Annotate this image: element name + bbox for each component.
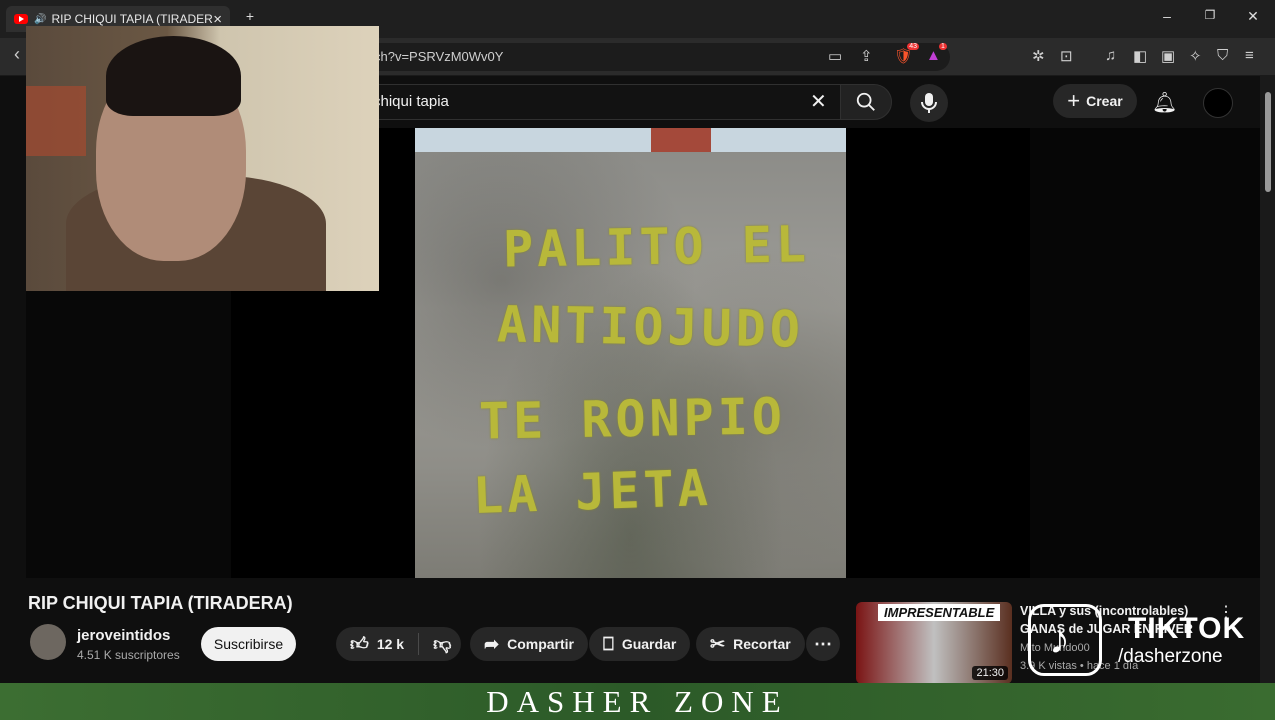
clear-search-icon[interactable]: ✕	[810, 89, 827, 114]
player-right-letterbox	[1030, 128, 1260, 578]
create-label: Crear	[1086, 93, 1123, 109]
user-avatar[interactable]	[1203, 88, 1233, 118]
new-tab-button[interactable]: +	[240, 8, 260, 24]
sky-strip	[415, 128, 846, 152]
brave-shield-icon[interactable]: 🛡 43	[894, 43, 920, 65]
like-count: 12 k	[376, 636, 405, 652]
recommended-thumbnail[interactable]: IMPRESENTABLE 21:30	[856, 602, 1012, 684]
scissors-icon: ✂	[710, 633, 726, 654]
like-button[interactable]: 👍︎ 12 k	[350, 633, 404, 655]
maximize-button[interactable]: ❐	[1200, 8, 1220, 22]
notifications-bell-icon[interactable]: 🔔︎	[1152, 90, 1177, 115]
like-dislike-group: 👍︎ 12 k 👎︎	[336, 627, 462, 661]
plus-icon: +	[1067, 88, 1081, 113]
sidebar-icon[interactable]: ◧	[1133, 47, 1147, 65]
channel-name[interactable]: jeroveintidos	[77, 627, 170, 644]
search-icon	[856, 92, 875, 111]
scrollbar-thumb[interactable]	[1265, 92, 1271, 192]
webcam-person-hair	[106, 36, 241, 116]
tiktok-logo-icon: ♪	[1028, 604, 1102, 676]
tab-close-icon[interactable]: ×	[213, 11, 222, 28]
channel-avatar[interactable]	[30, 624, 66, 660]
save-button[interactable]: ⎕ Guardar	[589, 627, 691, 661]
graffiti-line-4: LA JETA	[472, 458, 713, 526]
search-query: chiqui tapia	[373, 93, 449, 110]
video-duration: 21:30	[972, 666, 1008, 680]
dislike-button[interactable]: 👎︎	[433, 633, 451, 655]
tiktok-watermark: ♪ TIKTOK /dasherzone	[1028, 598, 1244, 680]
brave-count-badge: 43	[907, 43, 920, 50]
share-button[interactable]: ➦ Compartir	[470, 627, 588, 661]
brick-chimney	[651, 128, 711, 152]
vpn-icon[interactable]: ⛉	[1217, 47, 1228, 64]
tab-title: RIP CHIQUI TAPIA (TIRADERA)	[51, 12, 214, 26]
thumbs-down-icon: 👎︎	[433, 634, 452, 654]
video-frame-wall: PALITO EL ANTIOJUDO TE RONPIO LA JETA	[415, 128, 846, 578]
webcam-overlay	[26, 26, 379, 291]
cast-icon[interactable]: ▭	[828, 47, 842, 65]
subscribe-button[interactable]: Suscribirse	[201, 627, 296, 661]
graffiti-line-2: ANTIOJUDO	[496, 295, 805, 359]
menu-icon[interactable]: ≡	[1245, 47, 1254, 64]
more-horizontal-icon: ⋯	[814, 633, 832, 654]
back-icon[interactable]: ‹	[14, 44, 20, 65]
share-label: Compartir	[507, 636, 574, 652]
wallet-icon[interactable]: ▣	[1161, 47, 1175, 65]
webcam-background-object	[26, 86, 86, 156]
leo-ai-icon[interactable]: ✧	[1189, 47, 1202, 65]
share-icon[interactable]: ⇪	[860, 47, 873, 65]
search-input[interactable]: chiqui tapia	[340, 84, 840, 120]
audio-playing-icon[interactable]: 🔊	[34, 14, 46, 25]
clip-button[interactable]: ✂ Recortar	[696, 627, 805, 661]
subscriber-count: 4.51 K suscriptores	[77, 648, 180, 662]
graffiti-line-3: TE RONPIO	[478, 387, 787, 451]
video-title: RIP CHIQUI TAPIA (TIRADERA)	[28, 593, 293, 613]
tiktok-label: TIKTOK	[1128, 612, 1246, 645]
graffiti-line-1: PALITO EL	[502, 215, 811, 279]
bookmark-icon: ⎕	[603, 633, 614, 654]
extensions-icon[interactable]: ✲	[1032, 47, 1045, 65]
save-label: Guardar	[621, 636, 677, 652]
media-icon[interactable]: ♫	[1105, 47, 1116, 64]
footer-banner-text: DASHER ZONE	[486, 684, 789, 719]
more-actions-button[interactable]: ⋯	[806, 627, 840, 661]
create-button[interactable]: + Crear	[1053, 84, 1137, 118]
rewards-icon[interactable]: ▲ 1	[926, 43, 947, 64]
url-text: ch?v=PSRVzM0Wv0Y	[374, 49, 504, 64]
microphone-icon	[921, 93, 937, 113]
rewards-badge: 1	[938, 43, 947, 50]
youtube-favicon-icon	[14, 14, 28, 24]
tiktok-handle: /dasherzone	[1118, 646, 1223, 667]
clip-label: Recortar	[733, 636, 791, 652]
thumbs-up-icon: 👍︎	[350, 634, 369, 654]
window-close-button[interactable]: ✕	[1243, 8, 1263, 25]
minimize-button[interactable]: –	[1157, 8, 1177, 24]
search-button[interactable]	[840, 84, 892, 120]
thumbnail-banner: IMPRESENTABLE	[878, 604, 1001, 621]
voice-search-button[interactable]	[910, 84, 948, 122]
like-separator	[418, 633, 420, 655]
screenshot-icon[interactable]: ⊡	[1060, 47, 1073, 65]
share-arrow-icon: ➦	[484, 633, 500, 654]
